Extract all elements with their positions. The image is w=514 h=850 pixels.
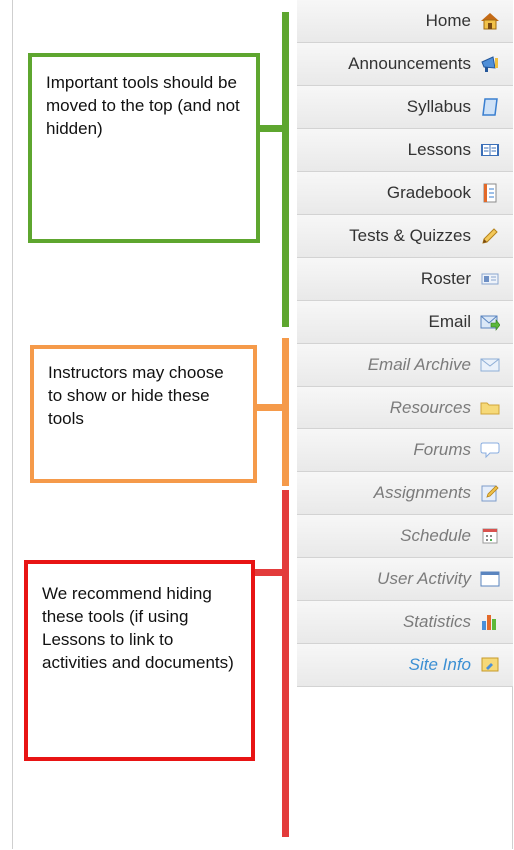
red-bracket-line xyxy=(282,490,289,837)
optional-tools-text: Instructors may choose to show or hide t… xyxy=(48,363,224,428)
orange-bracket-line xyxy=(282,338,289,486)
menu-item-syllabus[interactable]: Syllabus xyxy=(297,86,513,129)
menu-item-label: Lessons xyxy=(407,140,471,159)
bar-chart-icon xyxy=(479,611,501,633)
menu-item-assignments[interactable]: Assignments xyxy=(297,472,513,515)
red-connector xyxy=(254,569,283,576)
menu-item-tests-quizzes[interactable]: Tests & Quizzes xyxy=(297,215,513,258)
site-info-icon xyxy=(479,654,501,676)
menu-item-label: Home xyxy=(425,11,471,30)
email-archive-icon xyxy=(479,354,501,376)
window-icon xyxy=(479,568,501,590)
menu-item-site-info[interactable]: Site Info xyxy=(297,644,513,687)
menu-item-label: Resources xyxy=(389,397,471,417)
menu-item-label: Email Archive xyxy=(367,355,471,374)
menu-item-home[interactable]: Home xyxy=(297,0,513,43)
menu-item-label: Statistics xyxy=(402,612,471,631)
menu-item-forums[interactable]: Forums xyxy=(297,429,513,472)
menu-item-email-archive[interactable]: Email Archive xyxy=(297,344,513,387)
menu-item-label: Assignments xyxy=(373,483,471,502)
green-bracket-line xyxy=(282,12,289,327)
menu-item-announcements[interactable]: Announcements xyxy=(297,43,513,86)
menu-item-label: Announcements xyxy=(348,54,471,73)
important-tools-note: Important tools should be moved to the t… xyxy=(28,53,260,243)
forums-icon xyxy=(479,439,501,461)
menu-item-email[interactable]: Email xyxy=(297,301,513,344)
menu-item-roster[interactable]: Roster xyxy=(297,258,513,301)
optional-tools-note: Instructors may choose to show or hide t… xyxy=(30,345,257,483)
menu-item-label: Roster xyxy=(420,269,471,288)
menu-item-statistics[interactable]: Statistics xyxy=(297,601,513,644)
menu-item-resources[interactable]: Resources xyxy=(297,387,513,429)
menu-item-lessons[interactable]: Lessons xyxy=(297,129,513,172)
syllabus-icon xyxy=(479,96,501,118)
green-connector xyxy=(260,125,283,132)
orange-connector xyxy=(257,404,283,411)
announcements-icon xyxy=(479,53,501,75)
gradebook-icon xyxy=(479,182,501,204)
menu-item-label: Site Info xyxy=(408,655,471,674)
menu-item-label: Email xyxy=(428,312,471,331)
pencil-icon xyxy=(479,225,501,247)
tool-menu: Home Announcements Syllabus Lessons Grad… xyxy=(297,0,513,849)
hide-tools-text: We recommend hiding these tools (if usin… xyxy=(42,584,234,672)
hide-tools-note: We recommend hiding these tools (if usin… xyxy=(24,560,255,761)
calendar-icon xyxy=(479,525,501,547)
assignments-icon xyxy=(479,482,501,504)
roster-icon xyxy=(479,268,501,290)
menu-item-label: Schedule xyxy=(400,526,471,545)
menu-item-label: Tests & Quizzes xyxy=(349,226,471,245)
menu-item-user-activity[interactable]: User Activity xyxy=(297,558,513,601)
menu-item-label: User Activity xyxy=(377,569,471,588)
email-icon xyxy=(479,311,501,333)
lessons-icon xyxy=(479,139,501,161)
menu-item-label: Syllabus xyxy=(406,97,471,116)
menu-item-label: Forums xyxy=(413,440,471,459)
important-tools-text: Important tools should be moved to the t… xyxy=(46,73,240,138)
home-icon xyxy=(479,10,501,32)
menu-item-gradebook[interactable]: Gradebook xyxy=(297,172,513,215)
menu-item-label: Gradebook xyxy=(386,183,471,202)
folder-icon xyxy=(479,397,501,419)
menu-item-schedule[interactable]: Schedule xyxy=(297,515,513,558)
